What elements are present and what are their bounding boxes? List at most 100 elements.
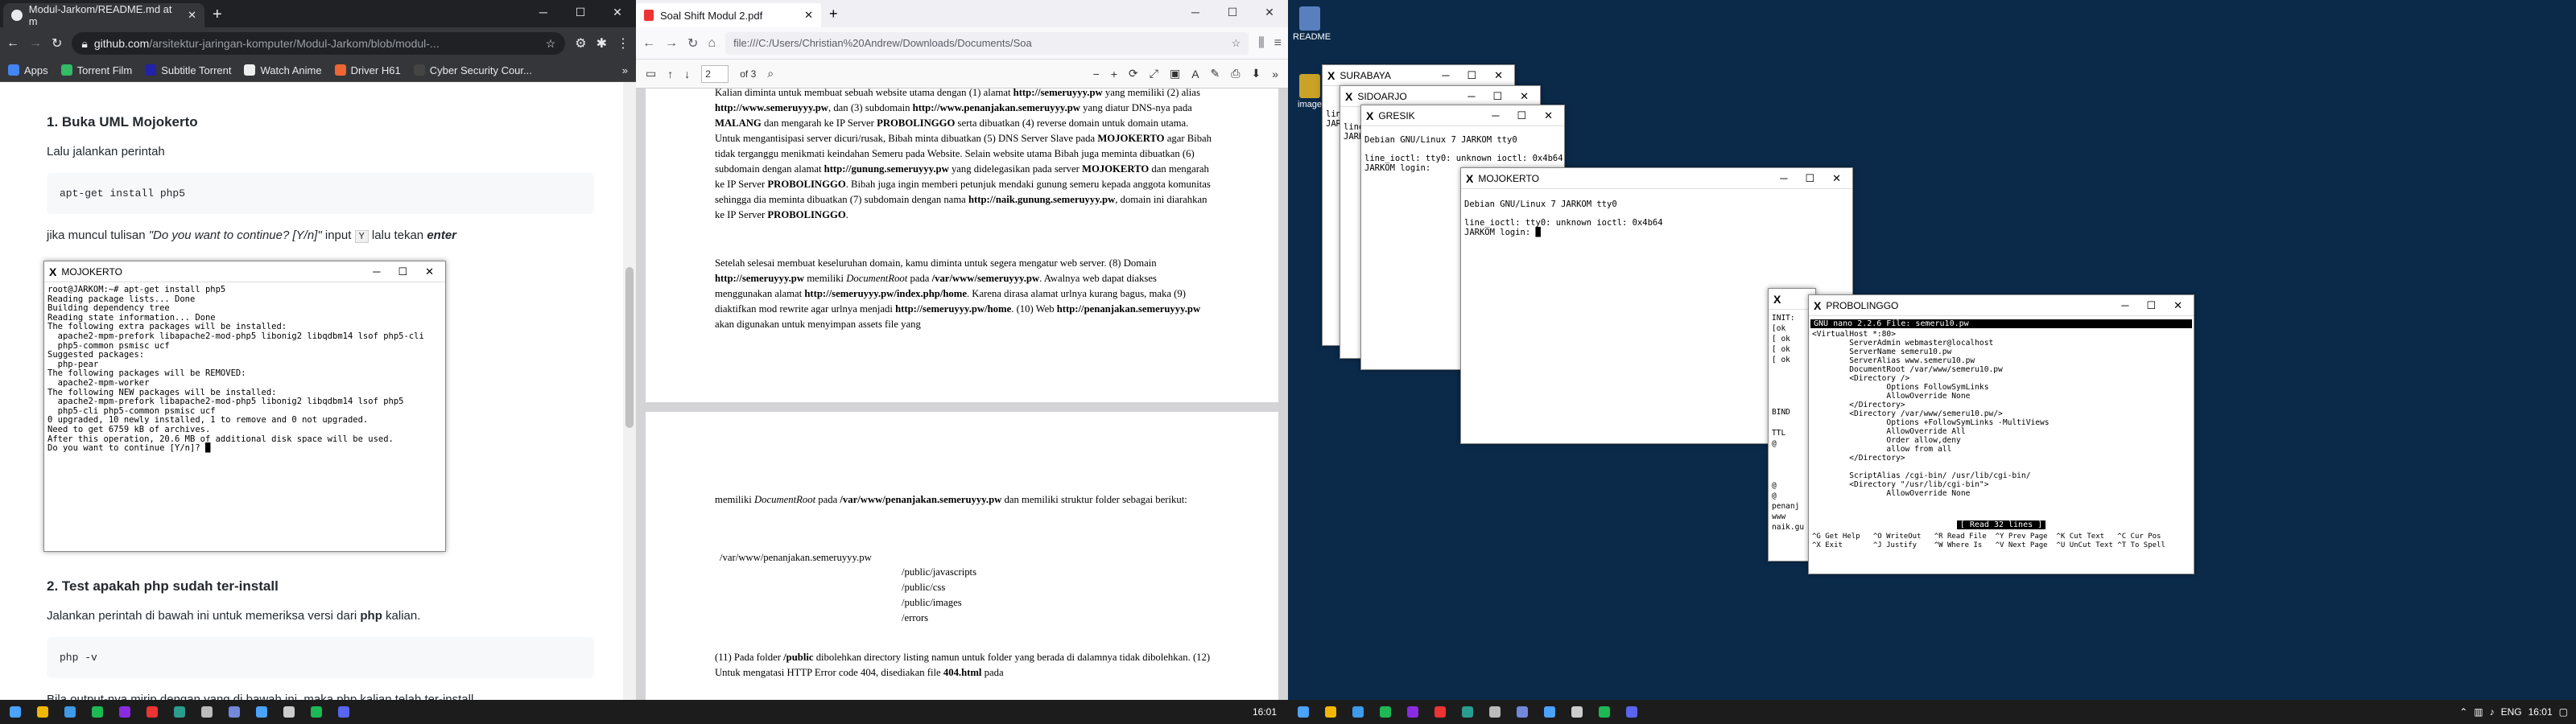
chevron-up-icon[interactable]: ⌃ (2459, 706, 2467, 718)
taskbar-app-icon[interactable] (332, 701, 356, 722)
close-tab-icon[interactable]: ✕ (188, 9, 196, 22)
close-tab-icon[interactable]: ✕ (804, 9, 813, 22)
language-icon[interactable]: ENG (2501, 706, 2522, 718)
maximize-icon[interactable]: ☐ (2146, 299, 2156, 312)
scrollbar-thumb[interactable] (625, 267, 634, 428)
tools-icon[interactable]: » (1272, 68, 1278, 80)
taskbar-app-icon[interactable] (1510, 701, 1534, 722)
maximize-icon[interactable]: ☐ (1492, 90, 1502, 103)
taskbar-app-icon[interactable] (31, 701, 55, 722)
minimize-icon[interactable]: ─ (373, 265, 380, 278)
bookmark-item[interactable]: Watch Anime (244, 64, 322, 76)
bookmark-item[interactable]: Subtitle Torrent (145, 64, 231, 76)
taskbar-app-icon[interactable] (58, 701, 82, 722)
taskbar-app-icon[interactable] (1592, 701, 1616, 722)
taskbar-app-icon[interactable] (1538, 701, 1562, 722)
bookmarks-overflow-icon[interactable]: » (622, 64, 628, 76)
taskbar-app-icon[interactable] (85, 701, 109, 722)
taskbar-app-icon[interactable] (1455, 701, 1480, 722)
minimize-icon[interactable]: ─ (1492, 109, 1499, 122)
taskbar-app-icon[interactable] (1483, 701, 1507, 722)
minimize-icon[interactable]: ─ (1468, 90, 1475, 103)
library-icon[interactable]: ⫼ (1258, 36, 1264, 51)
forward-icon[interactable]: → (665, 36, 678, 51)
desktop-icon-readme[interactable]: README (1293, 6, 1331, 42)
taskbar-app-icon[interactable] (277, 701, 301, 722)
taskbar-app-icon[interactable] (222, 701, 246, 722)
start-icon[interactable] (3, 701, 27, 722)
forward-icon[interactable]: → (29, 36, 42, 51)
taskbar-app-icon[interactable] (113, 701, 137, 722)
bookmark-item[interactable]: Torrent Film (60, 64, 132, 76)
minimize-icon[interactable]: ─ (2121, 299, 2128, 312)
volume-icon[interactable]: ♪ (2490, 706, 2495, 718)
menu-icon[interactable]: ⋮ (617, 35, 630, 51)
extensions-puzzle-icon[interactable]: ✱ (597, 35, 607, 51)
minimize-icon[interactable]: ─ (1780, 172, 1787, 185)
taskbar-app-icon[interactable] (1620, 701, 1644, 722)
star-icon[interactable]: ☆ (1232, 37, 1241, 50)
bookmark-item[interactable]: Apps (8, 64, 48, 76)
taskbar-app-icon[interactable] (167, 701, 192, 722)
notification-icon[interactable]: ▢ (2559, 706, 2568, 718)
chrome-tab-readme[interactable]: Modul-Jarkom/README.md at m ✕ (3, 3, 204, 27)
maximize-icon[interactable]: ☐ (562, 0, 599, 24)
reload-icon[interactable]: ↻ (687, 35, 698, 51)
new-tab-button[interactable]: + (829, 6, 838, 23)
maximize-icon[interactable]: ☐ (1467, 69, 1476, 82)
save-icon[interactable]: ⬇ (1251, 67, 1261, 80)
fit-icon[interactable]: ⤢ (1150, 67, 1158, 80)
prev-page-icon[interactable]: ↑ (667, 68, 673, 80)
close-icon[interactable]: ✕ (1494, 69, 1503, 82)
pdf-address-bar[interactable]: file:///C:/Users/Christian%20Andrew/Down… (725, 31, 1249, 55)
close-icon[interactable]: ✕ (2174, 299, 2182, 312)
taskbar-app-icon[interactable] (195, 701, 219, 722)
taskbar-app-icon[interactable] (1373, 701, 1397, 722)
star-icon[interactable]: ☆ (546, 37, 556, 51)
back-icon[interactable]: ← (6, 36, 19, 51)
text-icon[interactable]: A (1191, 68, 1199, 80)
close-icon[interactable]: ✕ (599, 0, 636, 24)
close-icon[interactable]: ✕ (1520, 90, 1529, 103)
taskbar-app-icon[interactable] (250, 701, 274, 722)
probolinggo-terminal[interactable]: X PROBOLINGGO ─ ☐ ✕ GNU nano 2.2.6 File: sem… (1808, 294, 2194, 574)
page-number-input[interactable]: 2 (701, 64, 729, 83)
chrome-scrollbar[interactable] (623, 82, 636, 700)
presentation-icon[interactable]: ▣ (1170, 67, 1180, 80)
next-page-icon[interactable]: ↓ (684, 68, 690, 80)
reload-icon[interactable]: ↻ (52, 35, 62, 51)
close-icon[interactable]: ✕ (1832, 172, 1841, 185)
taskbar-app-icon[interactable] (1346, 701, 1370, 722)
draw-icon[interactable]: ✎ (1211, 67, 1220, 80)
taskbar-app-icon[interactable] (140, 701, 164, 722)
taskbar-app-icon[interactable] (304, 701, 328, 722)
network-icon[interactable]: ▥ (2474, 706, 2483, 718)
close-icon[interactable]: ✕ (425, 265, 434, 278)
bookmark-item[interactable]: Driver H61 (334, 64, 401, 76)
zoom-in-icon[interactable]: + (1111, 68, 1117, 80)
new-tab-button[interactable]: + (213, 6, 222, 24)
mojokerto-terminal-window[interactable]: X MOJOKERTO ─ ☐ ✕ root@JARKOM:~# apt-get i… (43, 261, 446, 552)
maximize-icon[interactable]: ☐ (398, 265, 407, 278)
start-icon[interactable] (1291, 701, 1315, 722)
minimize-icon[interactable]: ─ (525, 0, 562, 24)
bookmark-item[interactable]: Cyber Security Cour... (413, 64, 532, 76)
rotate-icon[interactable]: ⟳ (1129, 67, 1138, 80)
taskbar-app-icon[interactable] (1428, 701, 1452, 722)
pdf-tab[interactable]: Soal Shift Modul 2.pdf ✕ (636, 3, 821, 27)
print-icon[interactable]: ⎙ (1231, 67, 1240, 80)
search-icon[interactable]: ⌕ (767, 67, 774, 80)
home-icon[interactable]: ⌂ (708, 36, 716, 51)
minimize-icon[interactable]: ─ (1442, 69, 1449, 82)
maximize-icon[interactable]: ☐ (1805, 172, 1814, 185)
back-icon[interactable]: ← (642, 36, 655, 51)
maximize-icon[interactable]: ☐ (1517, 109, 1526, 122)
extension-icon[interactable]: ⚙ (575, 35, 586, 51)
sidebar-toggle-icon[interactable]: ▭ (646, 67, 656, 80)
close-icon[interactable]: ✕ (1251, 0, 1288, 24)
close-icon[interactable]: ✕ (1544, 109, 1553, 122)
nano-buffer[interactable]: <VirtualHost *:80> ServerAdmin webmaster… (1809, 328, 2194, 516)
minimize-icon[interactable]: ─ (1177, 0, 1214, 24)
address-bar[interactable]: 🔒︎ github.com/arsitektur-jaringan-komput… (72, 32, 566, 55)
maximize-icon[interactable]: ☐ (1214, 0, 1251, 24)
